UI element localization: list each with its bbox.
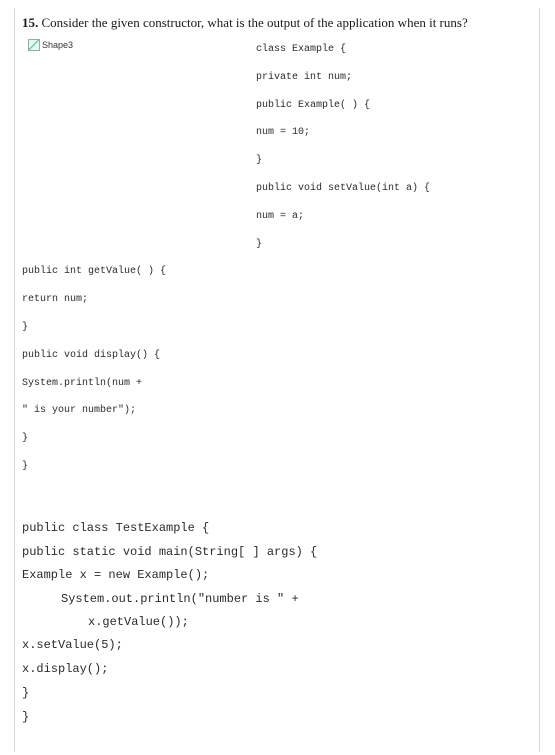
code-line: public Example( ) {	[256, 100, 371, 111]
code-line: }	[22, 710, 30, 724]
code-line: return num;	[22, 294, 89, 305]
code-line: }	[22, 322, 29, 333]
code-line: }	[256, 155, 263, 166]
code-line: System.out.println("number is " +	[61, 592, 299, 606]
code-line: }	[22, 461, 29, 472]
code-line: public void display() {	[22, 350, 161, 361]
broken-image: Shape3	[28, 39, 73, 51]
broken-image-icon	[28, 39, 40, 51]
code-line: class Example {	[256, 44, 347, 55]
code-line: private int num;	[256, 72, 353, 83]
code-line: }	[22, 686, 30, 700]
code-line: Example x = new Example();	[22, 568, 210, 582]
code-line: public void setValue(int a) {	[256, 183, 431, 194]
question-body: Consider the given constructor, what is …	[38, 15, 468, 30]
question-text: 15. Consider the given constructor, what…	[22, 15, 468, 31]
code-line: num = 10;	[256, 127, 311, 138]
code-line: x.setValue(5);	[22, 638, 123, 652]
code-line: " is your number");	[22, 405, 137, 416]
code-line: public class TestExample {	[22, 521, 210, 535]
code-line: }	[22, 433, 29, 444]
code-line: public static void main(String[ ] args) …	[22, 545, 318, 559]
image-alt-text: Shape3	[42, 40, 74, 50]
code-line: public int getValue( ) {	[22, 266, 167, 277]
question-number: 15.	[22, 15, 39, 30]
code-line: System.println(num +	[22, 378, 143, 389]
code-line: num = a;	[256, 211, 305, 222]
code-line: x.getValue());	[88, 615, 189, 629]
code-line: x.display();	[22, 662, 109, 676]
code-line: }	[256, 239, 263, 250]
